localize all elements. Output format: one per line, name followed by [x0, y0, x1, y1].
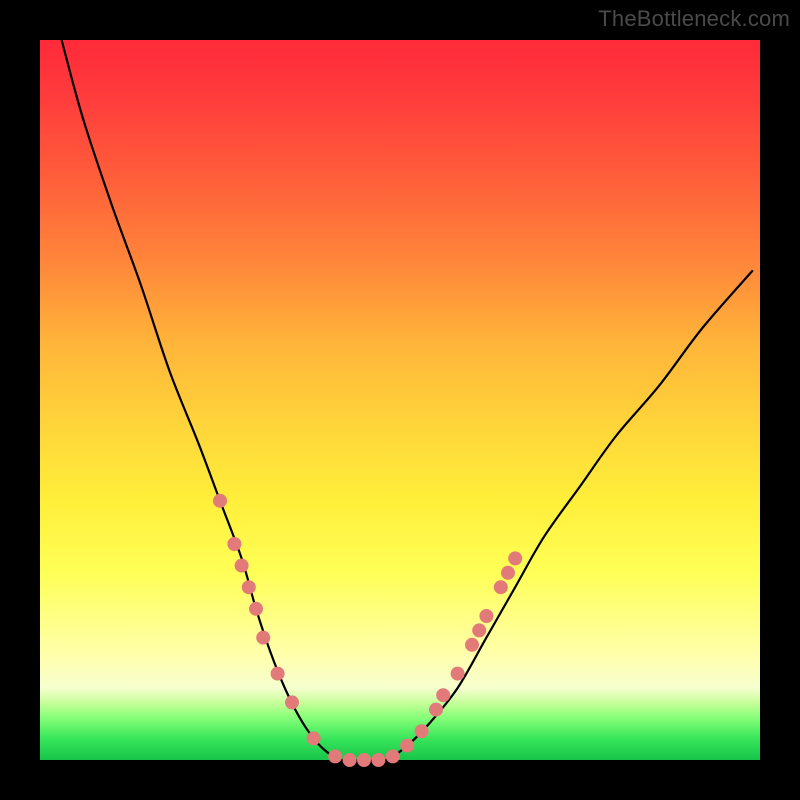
data-marker: [285, 695, 299, 709]
data-marker: [494, 580, 508, 594]
data-marker: [400, 739, 414, 753]
data-marker: [501, 566, 515, 580]
data-marker: [451, 667, 465, 681]
data-marker: [256, 631, 270, 645]
data-marker: [249, 602, 263, 616]
data-marker: [242, 580, 256, 594]
data-marker: [307, 731, 321, 745]
data-marker: [235, 559, 249, 573]
data-marker: [415, 724, 429, 738]
data-marker: [227, 537, 241, 551]
data-marker: [343, 753, 357, 767]
attribution-text: TheBottleneck.com: [598, 6, 790, 32]
bottleneck-curve: [62, 40, 753, 761]
data-marker: [508, 551, 522, 565]
data-marker: [386, 749, 400, 763]
data-marker: [271, 667, 285, 681]
data-marker: [429, 703, 443, 717]
data-marker: [328, 749, 342, 763]
plot-area: [40, 40, 760, 760]
marker-group: [213, 494, 522, 767]
chart-svg: [40, 40, 760, 760]
data-marker: [357, 753, 371, 767]
data-marker: [213, 494, 227, 508]
data-marker: [465, 638, 479, 652]
data-marker: [436, 688, 450, 702]
data-marker: [472, 623, 486, 637]
data-marker: [479, 609, 493, 623]
chart-container: TheBottleneck.com: [0, 0, 800, 800]
data-marker: [371, 753, 385, 767]
